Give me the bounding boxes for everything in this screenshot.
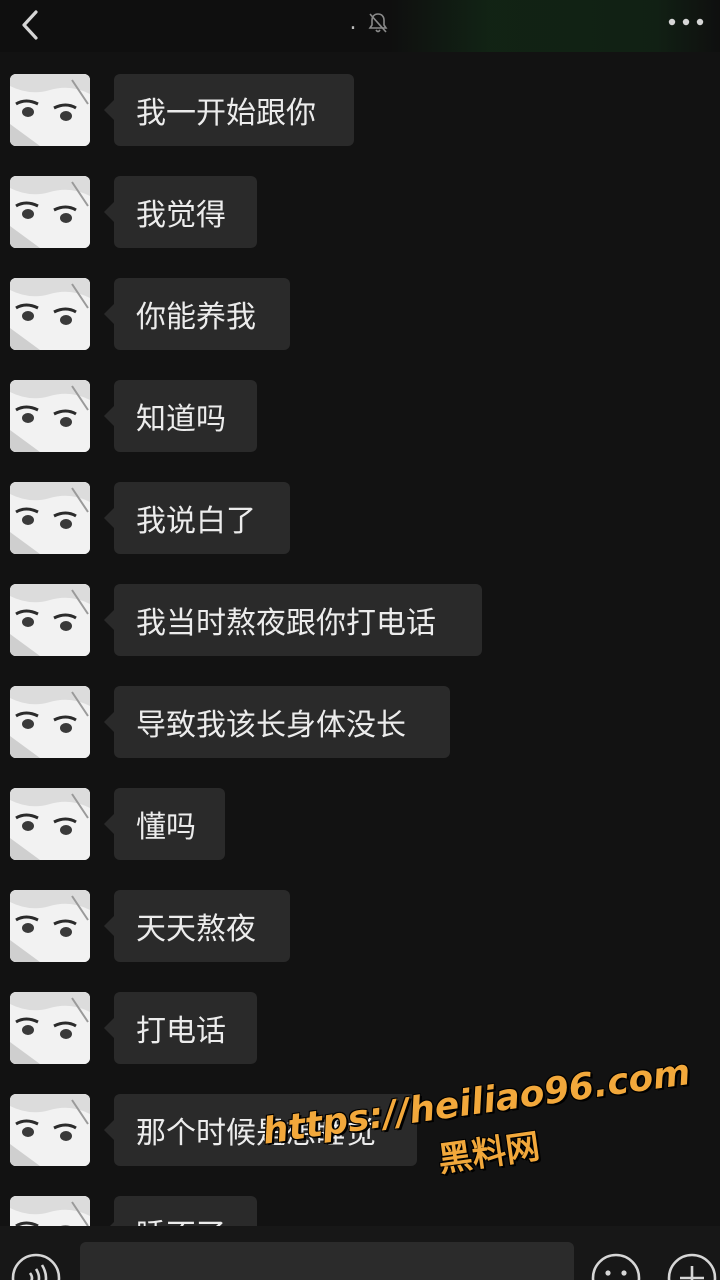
- message-row: 天天熬夜: [0, 868, 720, 962]
- message-list[interactable]: 我一开始跟你 我觉得 你能养我 知道吗 我说白了 我当时熬夜跟你打电话 导致我该…: [0, 52, 720, 1226]
- message-row: 我觉得: [0, 154, 720, 248]
- message-row: 打电话: [0, 970, 720, 1064]
- message-bubble[interactable]: 睡不了: [104, 1196, 257, 1226]
- message-bubble[interactable]: 我当时熬夜跟你打电话: [104, 584, 482, 656]
- message-input[interactable]: [80, 1242, 574, 1280]
- emoji-icon: [591, 1253, 641, 1280]
- chevron-left-icon: [22, 10, 38, 40]
- avatar-image: [10, 1094, 90, 1166]
- avatar-image: [10, 278, 90, 350]
- message-bubble[interactable]: 那个时候是想睡觉: [104, 1094, 417, 1166]
- chat-title-area: .: [330, 8, 410, 38]
- message-bubble[interactable]: 我一开始跟你: [104, 74, 354, 146]
- message-bubble[interactable]: 我说白了: [104, 482, 290, 554]
- more-button[interactable]: [666, 10, 706, 34]
- message-row: 那个时候是想睡觉: [0, 1072, 720, 1166]
- message-bubble[interactable]: 你能养我: [104, 278, 290, 350]
- avatar-image: [10, 380, 90, 452]
- avatar[interactable]: [10, 584, 90, 656]
- more-dots-icon: [668, 18, 704, 26]
- chat-title: .: [349, 10, 357, 35]
- message-bubble[interactable]: 打电话: [104, 992, 257, 1064]
- message-row: 知道吗: [0, 358, 720, 452]
- message-row: 我说白了: [0, 460, 720, 554]
- plus-icon: [667, 1253, 717, 1280]
- avatar[interactable]: [10, 482, 90, 554]
- message-row: 懂吗: [0, 766, 720, 860]
- voice-button[interactable]: [10, 1252, 62, 1280]
- message-row: 睡不了: [0, 1174, 720, 1226]
- avatar-image: [10, 74, 90, 146]
- message-bubble[interactable]: 懂吗: [104, 788, 225, 860]
- avatar-image: [10, 992, 90, 1064]
- avatar-image: [10, 176, 90, 248]
- chat-screen: . 我一开始跟你 我觉得 你能养我 知道吗 我说白了 我当时熬夜跟你打电话 导致…: [0, 0, 720, 1280]
- emoji-button[interactable]: [590, 1252, 642, 1280]
- avatar[interactable]: [10, 1094, 90, 1166]
- avatar-image: [10, 686, 90, 758]
- message-bubble[interactable]: 知道吗: [104, 380, 257, 452]
- avatar[interactable]: [10, 890, 90, 962]
- avatar[interactable]: [10, 176, 90, 248]
- avatar[interactable]: [10, 992, 90, 1064]
- avatar[interactable]: [10, 380, 90, 452]
- avatar[interactable]: [10, 788, 90, 860]
- voice-icon: [11, 1253, 61, 1280]
- bell-off-icon: [368, 13, 387, 33]
- avatar-image: [10, 1196, 90, 1226]
- avatar-image: [10, 482, 90, 554]
- avatar-image: [10, 788, 90, 860]
- message-row: 你能养我: [0, 256, 720, 350]
- avatar[interactable]: [10, 1196, 90, 1226]
- message-row: 我当时熬夜跟你打电话: [0, 562, 720, 656]
- message-bubble[interactable]: 导致我该长身体没长: [104, 686, 450, 758]
- message-row: 导致我该长身体没长: [0, 664, 720, 758]
- message-bubble[interactable]: 天天熬夜: [104, 890, 290, 962]
- back-button[interactable]: [14, 6, 50, 42]
- message-bubble[interactable]: 我觉得: [104, 176, 257, 248]
- input-bar: [0, 1226, 720, 1280]
- avatar-image: [10, 890, 90, 962]
- message-row: 我一开始跟你: [0, 52, 720, 146]
- avatar[interactable]: [10, 686, 90, 758]
- avatar[interactable]: [10, 74, 90, 146]
- top-bar: .: [0, 0, 720, 52]
- avatar-image: [10, 584, 90, 656]
- avatar[interactable]: [10, 278, 90, 350]
- plus-button[interactable]: [666, 1252, 718, 1280]
